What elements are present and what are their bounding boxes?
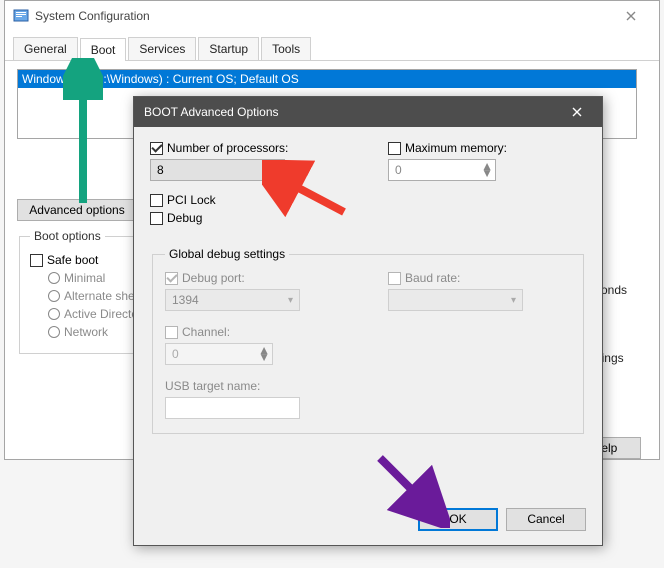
tab-general[interactable]: General [13, 37, 78, 60]
boot-entry-selected[interactable]: Windows 10 (C:\Windows) : Current OS; De… [18, 70, 636, 88]
advanced-options-button[interactable]: Advanced options [17, 199, 137, 221]
pci-lock-checkbox[interactable] [150, 194, 163, 207]
chevron-down-icon: ▾ [273, 165, 278, 176]
global-debug-settings-group: Global debug settings Debug port: 1394 ▾… [152, 247, 584, 434]
channel-label: Channel: [182, 325, 230, 339]
safe-boot-label: Safe boot [47, 253, 98, 267]
num-processors-dropdown[interactable]: 8 ▾ [150, 159, 285, 181]
channel-checkbox [165, 326, 178, 339]
tab-startup[interactable]: Startup [198, 37, 259, 60]
gds-legend: Global debug settings [165, 247, 289, 261]
titlebar: System Configuration [5, 1, 659, 31]
radio-minimal-label: Minimal [64, 271, 105, 285]
modal-titlebar: BOOT Advanced Options [134, 97, 602, 127]
spinner-buttons-icon: ▲▼ [258, 347, 270, 361]
chevron-down-icon: ▾ [511, 295, 516, 306]
chevron-down-icon: ▾ [288, 295, 293, 306]
window-close-button[interactable] [611, 4, 651, 28]
channel-spinner: 0 ▲▼ [165, 343, 273, 365]
tab-tools[interactable]: Tools [261, 37, 311, 60]
ok-button[interactable]: OK [418, 508, 498, 531]
window-title: System Configuration [35, 9, 150, 23]
tab-boot[interactable]: Boot [80, 38, 127, 61]
tab-services[interactable]: Services [128, 37, 196, 60]
baud-rate-dropdown: ▾ [388, 289, 523, 311]
usb-target-label: USB target name: [165, 379, 260, 393]
radio-network[interactable] [48, 326, 60, 338]
safe-boot-checkbox[interactable] [30, 254, 43, 267]
cancel-button[interactable]: Cancel [506, 508, 586, 531]
radio-minimal[interactable] [48, 272, 60, 284]
debug-checkbox[interactable] [150, 212, 163, 225]
channel-value: 0 [172, 347, 179, 361]
msconfig-icon [13, 8, 29, 24]
spinner-buttons-icon: ▲▼ [481, 163, 493, 177]
max-memory-label: Maximum memory: [405, 141, 507, 155]
close-icon [572, 107, 582, 117]
baud-rate-checkbox [388, 272, 401, 285]
debug-port-dropdown: 1394 ▾ [165, 289, 300, 311]
radio-network-label: Network [64, 325, 108, 339]
baud-rate-label: Baud rate: [405, 271, 460, 285]
boot-advanced-options-dialog: BOOT Advanced Options Number of processo… [133, 96, 603, 546]
radio-alternate-shell[interactable] [48, 290, 60, 302]
debug-port-checkbox [165, 272, 178, 285]
boot-options-legend: Boot options [30, 229, 105, 243]
num-processors-label: Number of processors: [167, 141, 288, 155]
num-processors-checkbox[interactable] [150, 142, 163, 155]
modal-close-button[interactable] [562, 100, 592, 124]
radio-active-directory[interactable] [48, 308, 60, 320]
debug-port-label: Debug port: [182, 271, 245, 285]
pci-lock-label: PCI Lock [167, 193, 216, 207]
debug-label: Debug [167, 211, 202, 225]
max-memory-checkbox[interactable] [388, 142, 401, 155]
modal-title: BOOT Advanced Options [144, 105, 279, 119]
debug-port-value: 1394 [172, 293, 199, 307]
usb-target-input [165, 397, 300, 419]
num-processors-value: 8 [157, 163, 164, 177]
max-memory-value: 0 [395, 163, 402, 177]
max-memory-spinner[interactable]: 0 ▲▼ [388, 159, 496, 181]
tab-bar: General Boot Services Startup Tools [5, 31, 659, 61]
close-icon [626, 11, 636, 21]
radio-alternate-label: Alternate shell [64, 289, 140, 303]
